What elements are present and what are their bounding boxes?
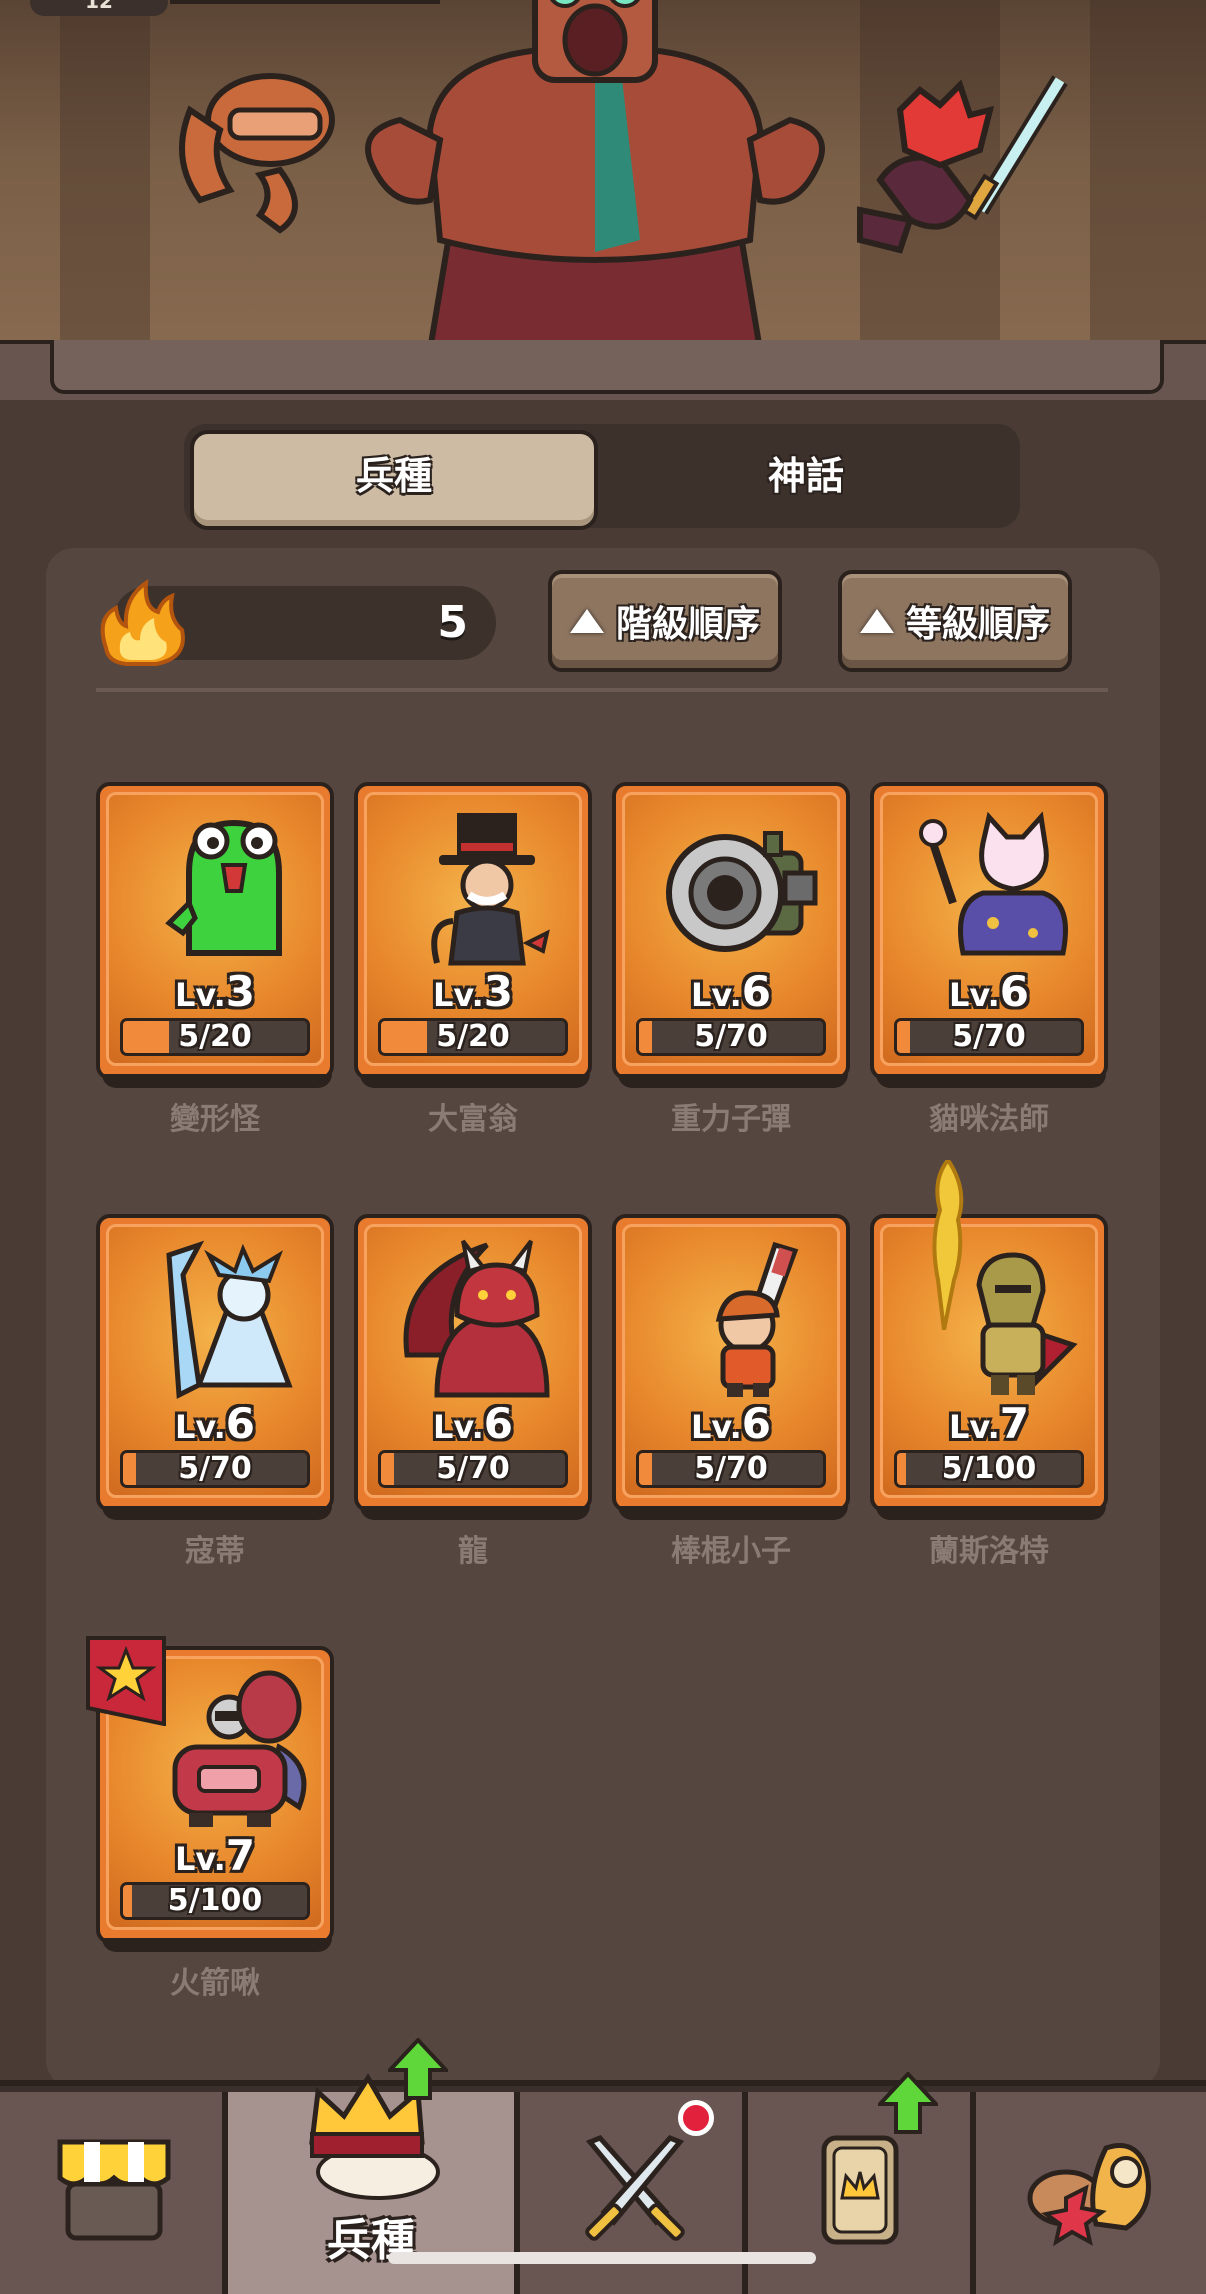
category-tabs: 兵種 神話 — [184, 424, 1020, 530]
guild-icon — [1027, 2143, 1151, 2247]
unit-progress-bar: 5/70 — [120, 1450, 310, 1488]
star-flag-icon — [86, 1636, 166, 1726]
up-triangle-icon — [569, 609, 604, 633]
unit-card-tycoon[interactable]: Lv.3 5/20 — [354, 782, 592, 1088]
notification-dot — [678, 2100, 714, 2136]
giant-boss-illustration — [365, 0, 825, 350]
unit-level: Lv.6 — [690, 967, 772, 1016]
unit-progress-bar: 5/100 — [894, 1450, 1084, 1488]
unit-name: 棒棍小子 — [671, 1534, 791, 1569]
unit-name: 寇蒂 — [185, 1534, 245, 1569]
gravity-bullet-portrait — [666, 831, 818, 952]
sort-by-rank-label: 階級順序 — [615, 604, 760, 645]
upgrade-arrow-icon — [878, 2072, 938, 2134]
crossed-swords-icon — [585, 2135, 685, 2241]
unit-name: 龍 — [458, 1534, 488, 1569]
swordsman-hero-illustration — [857, 75, 1068, 254]
unit-progress-bar: 5/70 — [636, 1018, 826, 1056]
shop-icon — [57, 2139, 171, 2241]
unit-progress-bar: 5/100 — [120, 1882, 310, 1920]
unit-level: Lv.3 — [174, 967, 256, 1016]
unit-level: Lv.6 — [948, 967, 1030, 1016]
up-triangle-icon — [859, 609, 894, 633]
unit-name: 重力子彈 — [671, 1102, 791, 1137]
unit-progress-bar: 5/70 — [894, 1018, 1084, 1056]
sort-by-level-label: 等級順序 — [905, 604, 1050, 645]
unit-level: Lv.6 — [432, 1399, 514, 1448]
unit-name: 貓咪法師 — [929, 1102, 1049, 1137]
dragon-portrait — [403, 1239, 550, 1398]
unit-progress-bar: 5/20 — [120, 1018, 310, 1056]
golden-sword-icon — [932, 1160, 964, 1330]
nav-shop[interactable] — [0, 2092, 228, 2294]
unit-name: 大富翁 — [428, 1102, 518, 1137]
unit-name: 火箭啾 — [170, 1966, 260, 2001]
home-indicator[interactable] — [388, 2252, 816, 2264]
unit-level: Lv.7 — [174, 1831, 256, 1880]
shapeshifter-portrait — [165, 819, 282, 956]
unit-progress-bar: 5/20 — [378, 1018, 568, 1056]
helmet-hero-illustration — [179, 73, 335, 234]
unit-level: Lv.6 — [174, 1399, 256, 1448]
cat-mage-portrait — [919, 811, 1068, 956]
unit-card-kordy[interactable]: Lv.6 5/70 — [96, 1214, 334, 1520]
fire-icon — [100, 578, 185, 666]
unit-card-lancelot[interactable]: Lv.7 5/100 — [870, 1214, 1108, 1520]
unit-progress-bar: 5/70 — [636, 1450, 826, 1488]
tab-mythic[interactable]: 神話 — [606, 430, 1006, 522]
unit-name: 變形怪 — [170, 1102, 260, 1137]
nav-guild[interactable] — [976, 2092, 1206, 2294]
unit-card-shapeshifter[interactable]: Lv.3 5/20 — [96, 782, 334, 1088]
unit-card-gravity-bullet[interactable]: Lv.6 5/70 — [612, 782, 850, 1088]
unit-progress-bar: 5/70 — [378, 1450, 568, 1488]
upgrade-arrow-icon — [388, 2038, 448, 2100]
unit-name: 蘭斯洛特 — [929, 1534, 1049, 1569]
unit-card-bat-kid[interactable]: Lv.6 5/70 — [612, 1214, 850, 1520]
unit-card-cat-mage[interactable]: Lv.6 5/70 — [870, 782, 1108, 1088]
divider — [96, 688, 1108, 692]
sort-by-rank-button[interactable]: 階級順序 — [548, 570, 782, 672]
tab-units[interactable]: 兵種 — [190, 430, 598, 530]
unit-card-dragon[interactable]: Lv.6 5/70 — [354, 1214, 592, 1520]
unit-level: Lv.6 — [690, 1399, 772, 1448]
unit-level: Lv.3 — [432, 967, 514, 1016]
level-pill: 12 — [30, 0, 168, 16]
card-icon — [821, 2135, 899, 2245]
kordy-portrait — [166, 1240, 293, 1399]
sort-by-level-button[interactable]: 等級順序 — [838, 570, 1072, 672]
tycoon-portrait — [431, 813, 550, 966]
unit-level: Lv.7 — [948, 1399, 1030, 1448]
fire-count: 5 — [437, 597, 468, 648]
bat-kid-portrait — [715, 1241, 799, 1397]
hero-banner: 12 — [0, 0, 1206, 400]
